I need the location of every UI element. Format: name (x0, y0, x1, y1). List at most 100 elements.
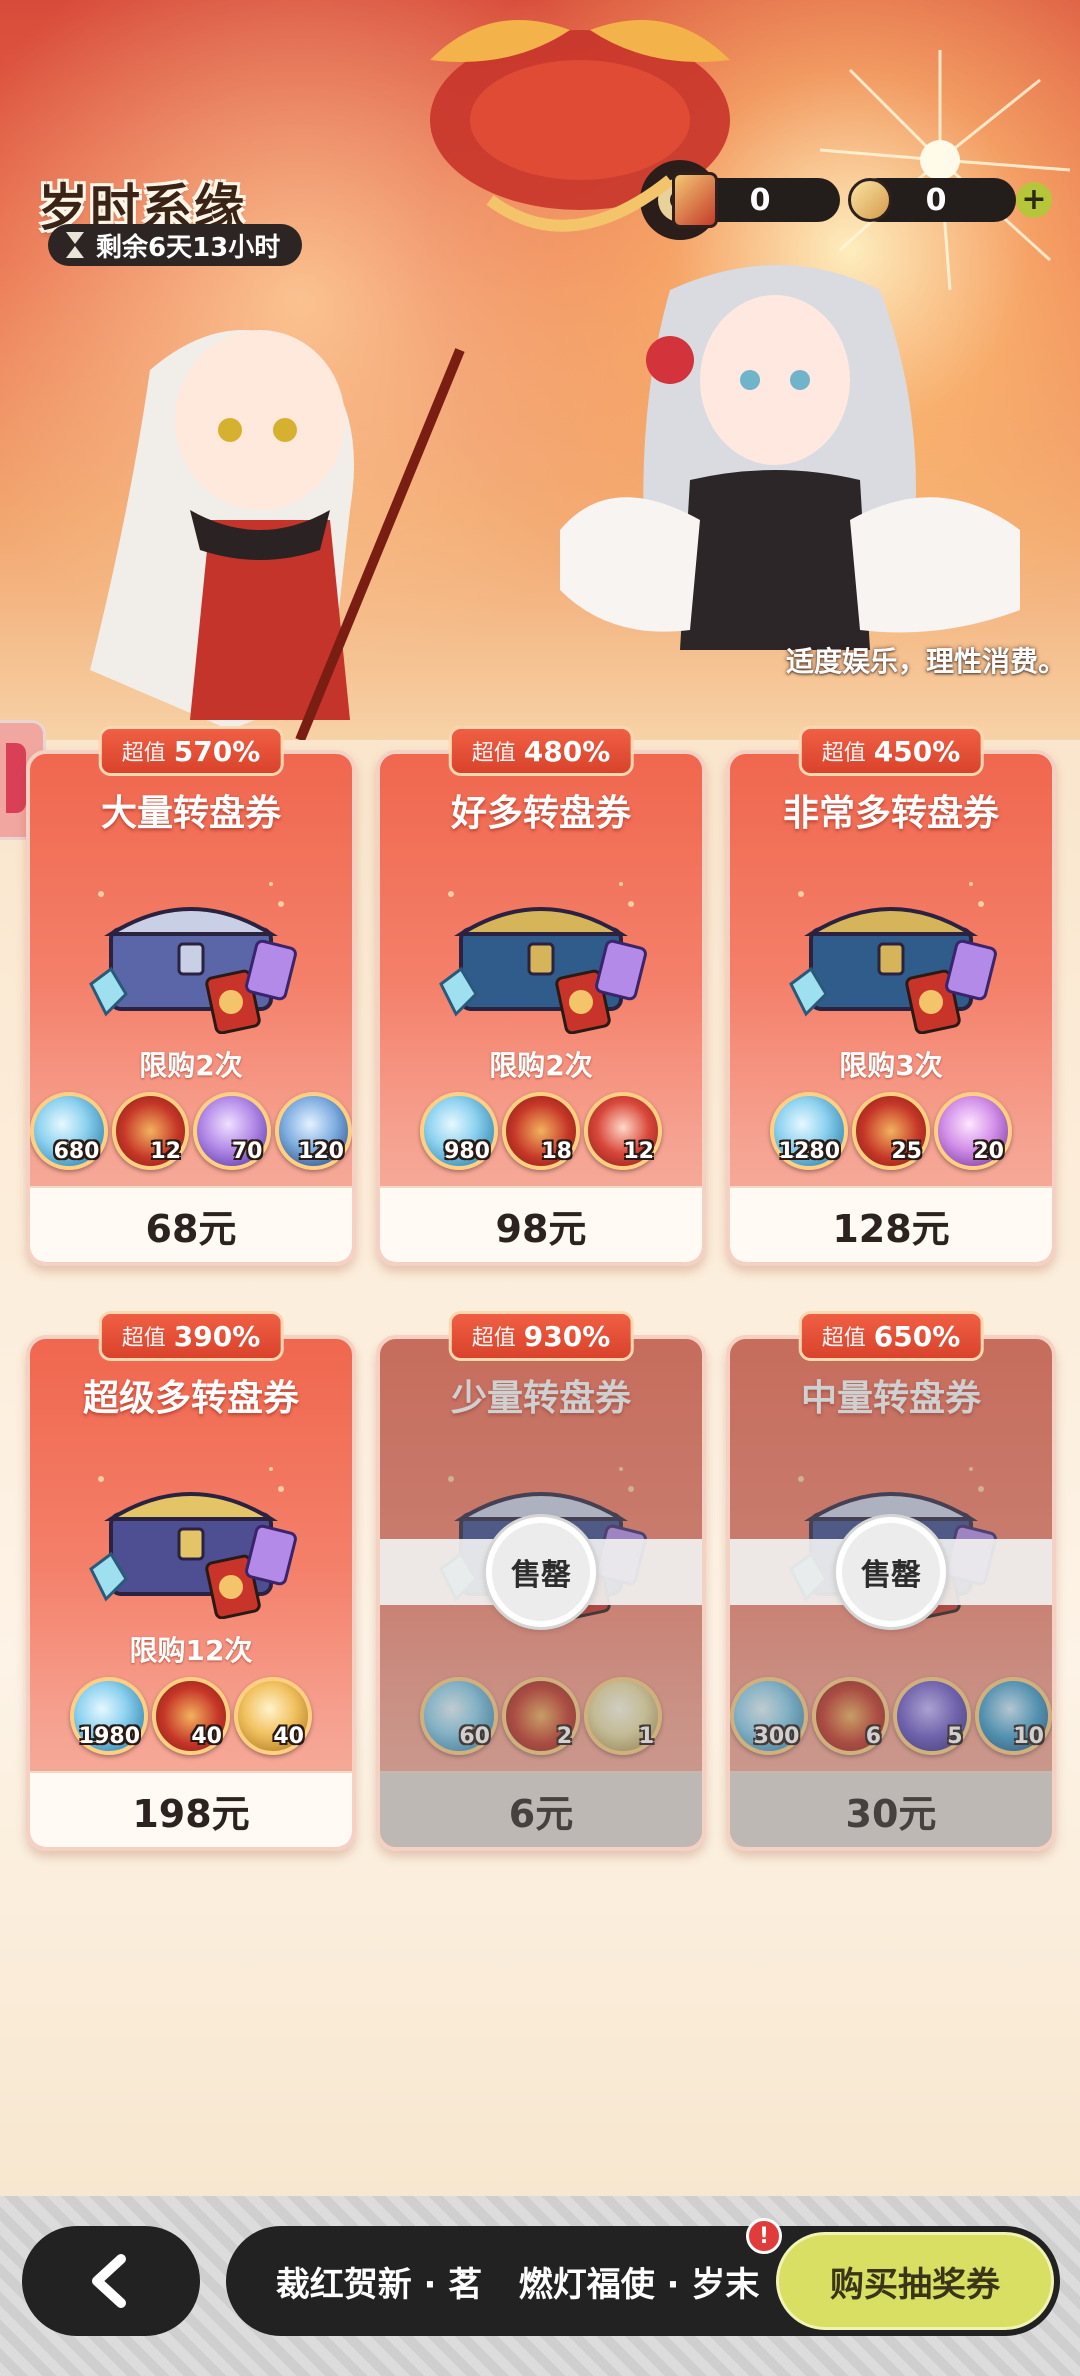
back-button[interactable] (22, 2226, 200, 2336)
ticket-icon: 25 (852, 1092, 930, 1170)
value-badge-label: 超值 (821, 1326, 866, 1351)
pack-items: 300 6 5 10 (730, 1677, 1052, 1755)
item-quantity: 12 (623, 1139, 654, 1164)
add-currency-button[interactable]: + (1016, 182, 1052, 218)
pack-items: 980 18 12 (380, 1092, 702, 1170)
ticket-icon: 12 (111, 1092, 189, 1170)
tab-buy-tickets[interactable]: 购买抽奖券 (776, 2232, 1054, 2330)
tab-lantern-envoy[interactable]: 燃灯福使 · 岁末 (514, 2226, 764, 2336)
pack-title: 非常多转盘券 (782, 793, 999, 834)
treasure-chest-icon (439, 882, 647, 1034)
responsible-gaming-notice: 适度娱乐，理性消费。 (785, 645, 1066, 678)
crystal-icon: 1980 (70, 1677, 148, 1755)
pack-card: 中量转盘券 300 6 5 10 30元 超值 650% 售罄 (726, 1311, 1056, 1851)
ticket-currency: 0 (672, 172, 840, 228)
crystal-icon: 1280 (770, 1092, 848, 1170)
price-button[interactable]: 198元 (30, 1771, 352, 1847)
item-quantity: 980 (444, 1139, 490, 1164)
time-left-text: 剩余6天13小时 (96, 232, 281, 263)
value-badge: 超值 650% (798, 1311, 984, 1361)
item-quantity: 12 (150, 1139, 181, 1164)
price-button[interactable]: 128元 (730, 1186, 1052, 1262)
item-quantity: 1280 (778, 1139, 840, 1164)
treasure-chest-icon (789, 882, 997, 1034)
price-button: 30元 (730, 1771, 1052, 1847)
tab-red-new-year[interactable]: 裁红贺新 · 茗 (244, 2226, 514, 2336)
value-badge-label: 超值 (471, 1326, 516, 1351)
value-badge: 超值 480% (448, 726, 634, 776)
value-badge-percent: 570% (173, 734, 261, 768)
purchase-limit: 限购2次 (139, 1049, 243, 1082)
coin-icon (848, 178, 892, 222)
price-button[interactable]: 98元 (380, 1186, 702, 1262)
pack-title: 超级多转盘券 (82, 1378, 299, 1419)
value-badge-percent: 450% (873, 734, 961, 768)
clover-card-icon: 1 (584, 1677, 662, 1755)
value-badge-label: 超值 (821, 741, 866, 766)
purchase-limit: 限购12次 (129, 1634, 253, 1667)
pack-card-body: 超级多转盘券 限购12次 1980 40 40 198元 (30, 1339, 352, 1847)
value-badge: 超值 450% (798, 726, 984, 776)
coin-count: 0 (925, 182, 947, 218)
item-quantity: 300 (753, 1724, 800, 1749)
time-left-badge: 剩余6天13小时 (48, 224, 303, 266)
pack-title: 少量转盘券 (450, 1378, 631, 1419)
sold-out-band: 售罄 (730, 1517, 1052, 1627)
price-button[interactable]: 68元 (30, 1186, 352, 1262)
item-quantity: 1980 (78, 1724, 140, 1749)
value-badge: 超值 930% (448, 1311, 634, 1361)
ticket-icon: 18 (502, 1092, 580, 1170)
pack-items: 1280 25 20 (730, 1092, 1052, 1170)
pack-card[interactable]: 非常多转盘券 限购3次 1280 25 20 128元 超值 450% (726, 726, 1056, 1266)
pack-title: 中量转盘券 (800, 1378, 981, 1419)
value-badge: 超值 570% (98, 726, 284, 776)
item-quantity: 40 (191, 1724, 222, 1749)
purple-gem-icon: 20 (934, 1092, 1012, 1170)
item-quantity: 120 (298, 1139, 344, 1164)
sold-out-band: 售罄 (380, 1517, 702, 1627)
pack-card[interactable]: 好多转盘券 限购2次 980 18 12 98元 超值 480% (376, 726, 706, 1266)
mystery-gift-purple-icon: 5 (893, 1677, 971, 1755)
sold-out-seal: 售罄 (486, 1517, 596, 1627)
lottery-ticket-icon (672, 172, 718, 228)
item-quantity: 25 (891, 1139, 922, 1164)
item-quantity: 70 (231, 1139, 263, 1164)
value-badge-percent: 650% (873, 1319, 961, 1353)
pack-items: 1980 40 40 (30, 1677, 352, 1755)
item-quantity: 40 (273, 1724, 304, 1749)
ticket-icon: 6 (811, 1677, 889, 1755)
coin-currency: 0 (848, 178, 1016, 222)
purchase-limit: 限购3次 (839, 1049, 943, 1082)
crystal-icon: 980 (420, 1092, 498, 1170)
ticket-count: 0 (749, 182, 771, 218)
gold-ticket-icon: 40 (234, 1677, 312, 1755)
pack-items: 60 2 1 (380, 1677, 702, 1755)
ticket-icon: 40 (152, 1677, 230, 1755)
sold-out-seal: 售罄 (836, 1517, 946, 1627)
pack-title: 大量转盘券 (100, 793, 281, 834)
item-quantity: 10 (1013, 1724, 1044, 1749)
pack-card: 少量转盘券 60 2 1 6元 超值 930% 售罄 (376, 1311, 706, 1851)
value-badge-percent: 390% (173, 1319, 261, 1353)
value-badge: 超值 390% (98, 1311, 284, 1361)
tab-bar: 裁红贺新 · 茗 燃灯福使 · 岁末 ! 购买抽奖券 (226, 2218, 1060, 2336)
pack-card[interactable]: 大量转盘券 限购2次 680 12 70 120 68元 超值 570% (26, 726, 356, 1266)
character-left-illustration (90, 330, 465, 740)
pack-card-body: 大量转盘券 限购2次 680 12 70 120 68元 (30, 754, 352, 1262)
pack-items: 680 12 70 120 (30, 1092, 352, 1170)
bottom-nav: 裁红贺新 · 茗 燃灯福使 · 岁末 ! 购买抽奖券 (0, 2196, 1080, 2376)
pack-card[interactable]: 超级多转盘券 限购12次 1980 40 40 198元 超值 390% (26, 1311, 356, 1851)
purple-card-icon: 70 (193, 1092, 271, 1170)
ticket-icon: 2 (502, 1677, 580, 1755)
paw-token-icon: 12 (584, 1092, 662, 1170)
item-quantity: 6 (865, 1724, 881, 1749)
item-quantity: 1 (638, 1724, 654, 1749)
pack-title: 好多转盘券 (450, 793, 631, 834)
mystery-gift-blue-icon: 10 (974, 1677, 1052, 1755)
item-quantity: 5 (947, 1724, 963, 1749)
crystal-icon: 60 (420, 1677, 498, 1755)
value-badge-percent: 930% (523, 1319, 611, 1353)
item-quantity: 2 (556, 1724, 572, 1749)
value-badge-label: 超值 (121, 741, 166, 766)
treasure-chest-icon (89, 1467, 297, 1619)
